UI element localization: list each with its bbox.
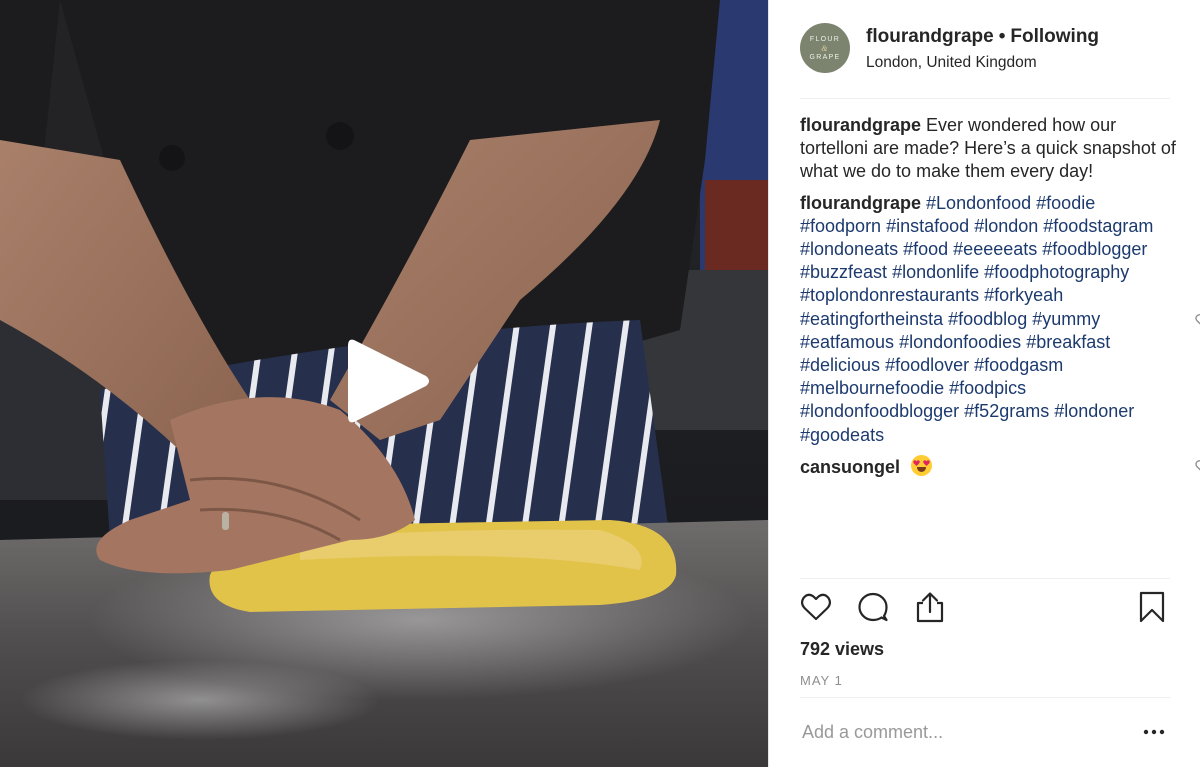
hashtag-link[interactable]: #londoner bbox=[1054, 401, 1134, 421]
view-count[interactable]: 792 views bbox=[800, 639, 884, 660]
comment-reply: cansuongel bbox=[800, 454, 1200, 479]
heart-eyes-emoji-icon bbox=[911, 454, 933, 476]
hashtag-link[interactable]: #instafood bbox=[886, 216, 969, 236]
share-icon[interactable] bbox=[914, 591, 946, 623]
hashtag-link[interactable]: #londonfoodblogger bbox=[800, 401, 959, 421]
heart-icon[interactable] bbox=[800, 591, 832, 623]
reply-username[interactable]: cansuongel bbox=[800, 457, 900, 477]
avatar-text-line1: FLOUR bbox=[809, 35, 841, 43]
comment-username[interactable]: flourandgrape bbox=[800, 193, 921, 213]
hashtag-link[interactable]: #foodlover bbox=[885, 355, 969, 375]
hashtag-link[interactable]: #foodblog bbox=[948, 309, 1027, 329]
post-side-panel: FLOUR & GRAPE flourandgrape • Following Lo… bbox=[769, 0, 1200, 767]
hashtag-link[interactable]: #foodie bbox=[1036, 193, 1095, 213]
like-comment-heart-icon[interactable] bbox=[1195, 313, 1200, 328]
hashtag-link[interactable]: #goodeats bbox=[800, 425, 884, 445]
hashtag-link[interactable]: #foodphotography bbox=[984, 262, 1129, 282]
hashtag-link[interactable]: #eeeeeats bbox=[953, 239, 1037, 259]
hashtag-link[interactable]: #breakfast bbox=[1026, 332, 1110, 352]
add-comment-input[interactable] bbox=[800, 714, 1124, 750]
avatar[interactable]: FLOUR & GRAPE bbox=[800, 23, 850, 73]
post-header: FLOUR & GRAPE flourandgrape • Following Lo… bbox=[769, 0, 1200, 99]
caption: flourandgrape Ever wondered how our tort… bbox=[800, 114, 1180, 184]
avatar-text-line2: GRAPE bbox=[809, 53, 841, 61]
hashtag-link[interactable]: #londonlife bbox=[892, 262, 979, 282]
action-bar bbox=[800, 591, 1180, 629]
user-row: flourandgrape • Following bbox=[866, 26, 1099, 48]
hashtag-link[interactable]: #f52grams bbox=[964, 401, 1049, 421]
hashtag-link[interactable]: #eatingfortheinsta bbox=[800, 309, 943, 329]
hashtag-link[interactable]: #buzzfeast bbox=[800, 262, 887, 282]
video-player[interactable] bbox=[0, 0, 769, 767]
hashtag-link[interactable]: #london bbox=[974, 216, 1038, 236]
avatar-ampersand: & bbox=[821, 43, 829, 53]
location-link[interactable]: London, United Kingdom bbox=[866, 54, 1037, 72]
actions-divider bbox=[800, 578, 1170, 579]
like-reply-heart-icon[interactable] bbox=[1195, 459, 1200, 474]
comment-icon[interactable] bbox=[857, 591, 889, 623]
hashtag-link[interactable]: #toplondonrestaurants bbox=[800, 285, 979, 305]
hashtag-list: #Londonfood #foodie #foodporn #instafood… bbox=[800, 193, 1153, 445]
hashtag-link[interactable]: #forkyeah bbox=[984, 285, 1063, 305]
post-date[interactable]: MAY 1 bbox=[800, 673, 843, 688]
hashtag-link[interactable]: #delicious bbox=[800, 355, 880, 375]
comment-hashtags: flourandgrape #Londonfood #foodie #foodp… bbox=[800, 192, 1200, 447]
comments-list: flourandgrape Ever wondered how our tort… bbox=[800, 114, 1200, 487]
hashtag-link[interactable]: #foodstagram bbox=[1043, 216, 1153, 236]
post-dialog: FLOUR & GRAPE flourandgrape • Following Lo… bbox=[0, 0, 1200, 767]
hashtag-link[interactable]: #eatfamous bbox=[800, 332, 894, 352]
hashtag-link[interactable]: #yummy bbox=[1032, 309, 1100, 329]
hashtag-link[interactable]: #londoneats bbox=[800, 239, 898, 259]
caption-username[interactable]: flourandgrape bbox=[800, 115, 921, 135]
play-icon[interactable] bbox=[346, 336, 432, 426]
following-button[interactable]: Following bbox=[1010, 26, 1099, 47]
separator-dot: • bbox=[998, 26, 1006, 47]
header-divider bbox=[800, 98, 1170, 99]
hashtag-link[interactable]: #melbournefoodie bbox=[800, 378, 944, 398]
hashtag-link[interactable]: #Londonfood bbox=[926, 193, 1031, 213]
hashtag-link[interactable]: #londonfoodies bbox=[899, 332, 1021, 352]
author-username[interactable]: flourandgrape bbox=[866, 26, 994, 47]
hashtag-link[interactable]: #foodblogger bbox=[1042, 239, 1147, 259]
hashtag-link[interactable]: #foodporn bbox=[800, 216, 881, 236]
hashtag-link[interactable]: #foodgasm bbox=[974, 355, 1063, 375]
bookmark-icon[interactable] bbox=[1138, 591, 1166, 623]
hashtag-link[interactable]: #foodpics bbox=[949, 378, 1026, 398]
comment-divider bbox=[800, 697, 1170, 698]
more-options-icon[interactable] bbox=[1142, 722, 1166, 742]
hashtag-link[interactable]: #food bbox=[903, 239, 948, 259]
